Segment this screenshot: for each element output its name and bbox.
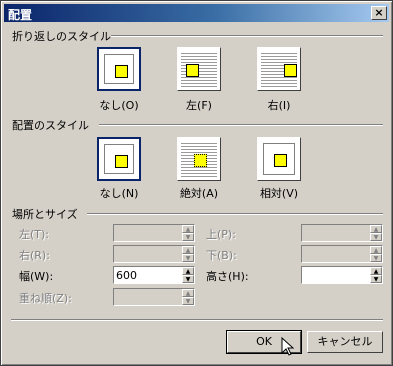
wrap-none-button[interactable] <box>97 47 141 91</box>
close-button[interactable]: × <box>371 6 387 20</box>
right-spinner[interactable]: ▲ ▼ <box>113 245 195 263</box>
wrap-style-divider <box>111 35 383 37</box>
wrap-right-label: 右(I) <box>267 99 291 112</box>
top-field-label: 上(P): <box>206 228 236 241</box>
placement-style-section-label: 配置のスタイル <box>12 119 89 132</box>
window-title: 配置 <box>8 8 33 22</box>
zorder-field-label: 重ね順(Z): <box>19 292 72 305</box>
bottom-spinner[interactable]: ▲ ▼ <box>301 245 383 263</box>
placement-style-divider <box>99 124 383 126</box>
cancel-button[interactable]: キャンセル <box>307 331 383 353</box>
right-field-label: 右(R): <box>19 249 50 262</box>
spin-down-icon[interactable]: ▼ <box>182 233 194 241</box>
spin-down-icon[interactable]: ▼ <box>370 275 382 283</box>
placement-absolute-label: 絶対(A) <box>179 187 219 200</box>
placement-absolute-button[interactable] <box>177 137 221 181</box>
spin-down-icon[interactable]: ▼ <box>182 275 194 283</box>
bottom-field-label: 下(B): <box>206 249 237 262</box>
spin-down-icon[interactable]: ▼ <box>370 254 382 262</box>
width-value[interactable]: 600 <box>116 269 137 282</box>
placement-relative-button[interactable] <box>257 137 301 181</box>
width-field-label: 幅(W): <box>19 270 54 283</box>
wrap-left-button[interactable] <box>177 47 221 91</box>
spin-up-icon[interactable]: ▲ <box>370 246 382 254</box>
arrow-cursor-icon <box>281 337 295 356</box>
placement-dialog: 配置 × 折り返しのスタイル なし(O) 左(F) 右(I) 配置のスタイル な… <box>0 0 393 366</box>
placement-none-icon <box>104 144 134 174</box>
position-size-divider <box>87 213 383 215</box>
placement-none-button[interactable] <box>97 137 141 181</box>
wrap-style-section-label: 折り返しのスタイル <box>12 30 111 43</box>
position-size-section-label: 場所とサイズ <box>12 208 78 221</box>
height-field-label: 高さ(H): <box>206 270 249 283</box>
left-field-label: 左(T): <box>19 228 50 241</box>
button-area-divider <box>11 319 383 321</box>
top-spinner[interactable]: ▲ ▼ <box>301 224 383 242</box>
spin-up-icon[interactable]: ▲ <box>370 225 382 233</box>
spin-up-icon[interactable]: ▲ <box>182 289 194 297</box>
wrap-right-button[interactable] <box>257 47 301 91</box>
placement-relative-icon <box>263 143 295 175</box>
wrap-none-label: なし(O) <box>99 99 139 112</box>
spin-down-icon[interactable]: ▼ <box>182 254 194 262</box>
close-icon: × <box>374 6 384 19</box>
placement-none-label: なし(N) <box>99 187 139 200</box>
wrap-left-label: 左(F) <box>186 99 212 112</box>
spin-down-icon[interactable]: ▼ <box>370 233 382 241</box>
wrap-none-icon <box>104 54 134 84</box>
zorder-spinner[interactable]: ▲ ▼ <box>113 288 195 306</box>
width-spinner[interactable]: 600 ▲ ▼ <box>113 266 195 284</box>
height-spinner[interactable]: ▲ ▼ <box>301 266 383 284</box>
spin-down-icon[interactable]: ▼ <box>182 297 194 305</box>
placement-relative-label: 相対(V) <box>259 187 299 200</box>
left-spinner[interactable]: ▲ ▼ <box>113 224 195 242</box>
spin-up-icon[interactable]: ▲ <box>182 246 194 254</box>
spin-up-icon[interactable]: ▲ <box>182 225 194 233</box>
spin-up-icon[interactable]: ▲ <box>370 267 382 275</box>
spin-up-icon[interactable]: ▲ <box>182 267 194 275</box>
title-bar[interactable]: 配置 × <box>4 4 389 22</box>
